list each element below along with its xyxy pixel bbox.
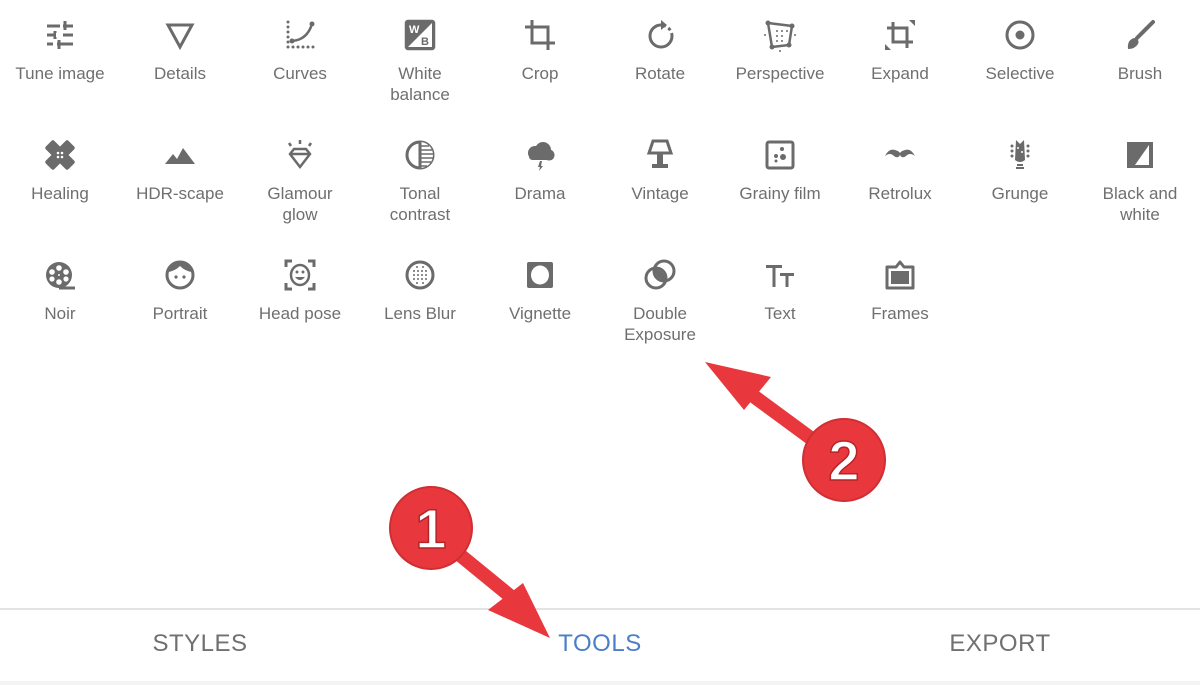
annotation-arrow-2 <box>705 362 827 452</box>
tool-label: Drama <box>514 184 566 203</box>
tool-label: Grainy film <box>739 184 821 203</box>
tool-crop[interactable]: Crop <box>480 0 600 84</box>
tool-rotate[interactable]: Rotate <box>600 0 720 84</box>
annotation-number-2: 2 <box>828 429 859 492</box>
vintage-icon <box>643 138 677 172</box>
tool-vignette[interactable]: Vignette <box>480 240 600 324</box>
hdr-scape-icon <box>163 138 197 172</box>
annotation-badge-2: 2 <box>802 418 886 502</box>
perspective-icon <box>763 18 797 52</box>
tool-label: Text <box>764 304 796 323</box>
curves-icon <box>283 18 317 52</box>
tool-label: Tune image <box>15 64 105 83</box>
tool-label: Lens Blur <box>384 304 456 323</box>
black-and-white-icon <box>1123 138 1157 172</box>
tool-grainy-film[interactable]: Grainy film <box>720 120 840 204</box>
healing-icon <box>43 138 77 172</box>
tool-double-exposure[interactable]: Double Exposure <box>600 240 720 345</box>
tool-label: Retrolux <box>868 184 932 203</box>
vignette-icon <box>523 258 557 292</box>
tool-lens-blur[interactable]: Lens Blur <box>360 240 480 324</box>
tool-tonal-contrast[interactable]: Tonal contrast <box>360 120 480 225</box>
tool-label: Perspective <box>735 64 825 83</box>
tool-label: Glamour glow <box>267 184 333 224</box>
tool-noir[interactable]: Noir <box>0 240 120 324</box>
glamour-glow-icon <box>283 138 317 172</box>
tool-label: Black and white <box>1102 184 1178 224</box>
tool-label: Details <box>154 64 206 83</box>
drama-icon <box>523 138 557 172</box>
tool-label: Portrait <box>152 304 208 323</box>
tool-label: HDR-scape <box>136 184 224 203</box>
tool-details[interactable]: Details <box>120 0 240 84</box>
brush-icon <box>1123 18 1157 52</box>
tool-label: Expand <box>871 64 929 83</box>
tool-glamour-glow[interactable]: Glamour glow <box>240 120 360 225</box>
annotation-badge-1: 1 <box>389 486 473 570</box>
tool-label: Frames <box>871 304 929 323</box>
tab-bar-bottom-divider <box>0 681 1200 685</box>
tool-drama[interactable]: Drama <box>480 120 600 204</box>
tab-tools[interactable]: TOOLS <box>400 630 800 658</box>
tool-label: Rotate <box>634 64 686 83</box>
tool-label: Vintage <box>631 184 689 203</box>
tool-label: White balance <box>390 64 450 104</box>
noir-icon <box>43 258 77 292</box>
grunge-icon <box>1003 138 1037 172</box>
tool-frames[interactable]: Frames <box>840 240 960 324</box>
tool-label: Curves <box>273 64 327 83</box>
svg-text:B: B <box>421 36 429 48</box>
tool-brush[interactable]: Brush <box>1080 0 1200 84</box>
double-exposure-icon <box>643 258 677 292</box>
head-pose-icon <box>283 258 317 292</box>
tool-black-and-white[interactable]: Black and white <box>1080 120 1200 225</box>
tool-label: Head pose <box>258 304 342 323</box>
tool-selective[interactable]: Selective <box>960 0 1080 84</box>
tool-curves[interactable]: Curves <box>240 0 360 84</box>
tool-retrolux[interactable]: Retrolux <box>840 120 960 204</box>
tool-white-balance[interactable]: W B White balance <box>360 0 480 105</box>
frames-icon <box>883 258 917 292</box>
selective-icon <box>1003 18 1037 52</box>
tool-head-pose[interactable]: Head pose <box>240 240 360 324</box>
tool-label: Vignette <box>508 304 572 323</box>
tool-expand[interactable]: Expand <box>840 0 960 84</box>
crop-icon <box>523 18 557 52</box>
tool-label: Selective <box>985 64 1055 83</box>
tune-icon <box>43 18 77 52</box>
tool-label: Healing <box>31 184 89 203</box>
bottom-tab-bar: STYLES TOOLS EXPORT <box>0 608 1200 685</box>
tool-label: Tonal contrast <box>389 184 451 224</box>
white-balance-icon: WB <box>403 18 437 52</box>
text-icon <box>763 258 797 292</box>
tool-grunge[interactable]: Grunge <box>960 120 1080 204</box>
lens-blur-icon <box>403 258 437 292</box>
details-icon <box>163 18 197 52</box>
rotate-icon <box>643 18 677 52</box>
annotation-number-1: 1 <box>415 497 446 560</box>
tool-label: Double Exposure <box>624 304 696 344</box>
tool-label: Grunge <box>991 184 1049 203</box>
tonal-contrast-icon <box>403 138 437 172</box>
tool-healing[interactable]: Healing <box>0 120 120 204</box>
tool-label: Brush <box>1117 64 1163 83</box>
portrait-icon <box>163 258 197 292</box>
tool-perspective[interactable]: Perspective <box>720 0 840 84</box>
tab-export[interactable]: EXPORT <box>800 630 1200 658</box>
tool-hdr-scape[interactable]: HDR-scape <box>120 120 240 204</box>
tool-label: Crop <box>521 64 559 83</box>
tool-tune[interactable]: Tune image <box>0 0 120 84</box>
tool-label: Noir <box>44 304 76 323</box>
tool-portrait[interactable]: Portrait <box>120 240 240 324</box>
tool-text[interactable]: Text <box>720 240 840 324</box>
expand-icon <box>883 18 917 52</box>
svg-text:W: W <box>409 24 420 36</box>
tool-vintage[interactable]: Vintage <box>600 120 720 204</box>
grainy-film-icon <box>763 138 797 172</box>
tab-styles[interactable]: STYLES <box>0 630 400 658</box>
retrolux-icon <box>883 138 917 172</box>
